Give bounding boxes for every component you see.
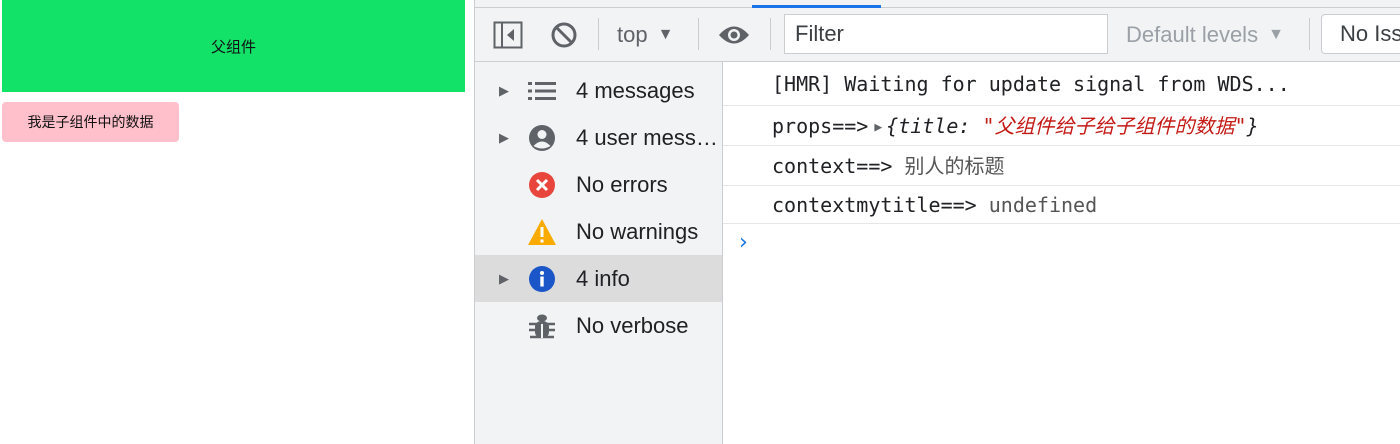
clear-console-icon[interactable] [549,20,579,50]
console-message: contextmytitle==> undefined [723,186,1400,224]
sidebar-item-warnings[interactable]: No warnings [475,208,722,255]
context-value: 别人的标题 [904,154,1005,178]
chevron-down-icon: ▼ [1268,26,1284,43]
list-icon [527,76,557,106]
sidebar-item-label: No verbose [576,312,689,338]
expand-object-icon[interactable]: ▶ [874,120,882,135]
devtools-panel: top ▼ Default levels ▼ No Issues ▶ [474,0,1400,444]
devtools-tab-strip [475,0,1400,8]
error-icon [527,170,557,200]
issues-button[interactable]: No Issues [1321,14,1400,54]
context-select[interactable]: top ▼ [617,18,673,52]
mytitle-value: undefined [988,193,1098,217]
props-prefix: props==> [772,114,869,138]
mytitle-prefix: contextmytitle==> [772,193,977,217]
issues-button-label: No Issues [1340,21,1400,46]
expand-arrow-icon[interactable]: ▶ [499,271,511,287]
props-value: "父组件给子给子组件的数据" [982,114,1247,138]
sidebar-toggle-icon[interactable] [493,20,523,50]
context-select-value: top [617,22,648,47]
props-open-brace[interactable]: { [886,114,898,138]
sidebar-item-messages[interactable]: ▶ 4 messages [475,67,722,114]
sidebar-item-label: 4 user messages [576,124,718,150]
chevron-down-icon: ▼ [657,26,674,43]
sidebar-item-user-messages[interactable]: ▶ 4 user messages [475,114,722,161]
console-message: [HMR] Waiting for update signal from WDS… [723,62,1400,106]
console-message: props==> ▶ {title: "父组件给子给子组件的数据"} [723,106,1400,146]
bug-icon [527,311,557,341]
filter-input[interactable] [784,14,1108,54]
context-prefix: context==> [772,154,893,178]
expand-arrow-icon[interactable]: ▶ [499,130,511,146]
context-message: context==> 别人的标题 [772,146,1005,185]
sidebar-item-label: 4 messages [576,77,695,103]
sidebar-item-info[interactable]: ▶ 4 info [475,255,722,302]
props-close-brace: } [1246,114,1259,138]
mytitle-message: contextmytitle==> undefined [772,186,1098,223]
sidebar-item-label: 4 info [576,265,630,291]
toolbar-separator [1309,18,1310,50]
toolbar-separator [698,18,699,50]
live-expression-eye-icon[interactable] [717,20,751,50]
user-icon [527,123,557,153]
props-message: props==> ▶ {title: "父组件给子给子组件的数据"} [772,106,1259,145]
sidebar-item-label: No errors [576,171,668,197]
parent-component: 父组件 [2,0,465,92]
console-toolbar: top ▼ Default levels ▼ No Issues [475,8,1400,62]
log-levels-select[interactable]: Default levels ▼ [1126,18,1284,52]
toolbar-separator [598,18,599,50]
console-prompt-icon[interactable]: › [739,230,748,255]
sidebar-item-verbose[interactable]: No verbose [475,302,722,349]
info-icon [527,264,557,294]
toolbar-separator [770,18,771,50]
sidebar-item-label: No warnings [576,218,699,244]
sidebar-item-errors[interactable]: No errors [475,161,722,208]
rendered-page: 父组件 我是子组件中的数据 [0,0,474,444]
expand-arrow-icon[interactable]: ▶ [499,83,511,99]
console-output: [HMR] Waiting for update signal from WDS… [723,62,1400,444]
console-sidebar: ▶ 4 messages ▶ 4 user messages [475,62,723,444]
parent-component-label: 父组件 [210,37,256,56]
console-message: context==> 别人的标题 [723,146,1400,186]
hmr-message: [HMR] Waiting for update signal from WDS… [772,72,1290,96]
props-key: title: [898,114,983,138]
child-component-label: 我是子组件中的数据 [27,115,154,131]
log-levels-value: Default levels [1126,22,1259,47]
warning-icon [527,217,557,247]
child-component: 我是子组件中的数据 [2,102,179,142]
